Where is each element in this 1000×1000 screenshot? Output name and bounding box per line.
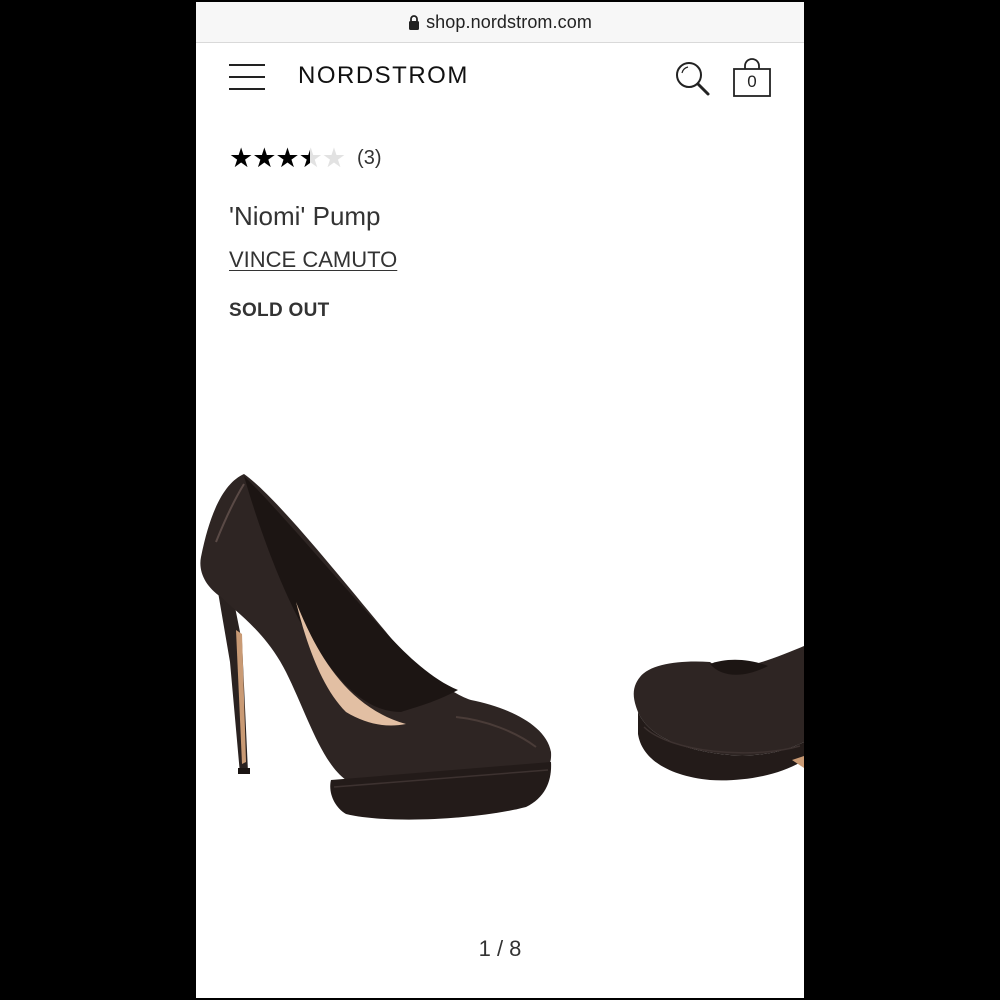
review-count[interactable]: (3) xyxy=(357,147,381,170)
address-bar[interactable]: shop.nordstrom.com xyxy=(196,2,804,43)
bag-count: 0 xyxy=(747,72,757,91)
nordstrom-logo[interactable]: NORDSTROM xyxy=(298,62,469,90)
shopping-bag-icon[interactable]: 0 xyxy=(731,57,773,99)
url-text[interactable]: shop.nordstrom.com xyxy=(426,12,592,33)
availability-status: SOLD OUT xyxy=(229,300,330,321)
product-image-pump-next[interactable] xyxy=(630,642,804,797)
product-rating[interactable]: ★★★★★ ★★★★★ (3) xyxy=(229,145,381,172)
product-image-carousel[interactable] xyxy=(196,422,804,892)
rating-stars[interactable]: ★★★★★ ★★★★★ xyxy=(229,145,346,172)
browser-viewport: shop.nordstrom.com NORDSTROM 0 ★★★★★ ★★★… xyxy=(196,2,804,998)
brand-link[interactable]: VINCE CAMUTO xyxy=(229,247,397,273)
site-header: NORDSTROM 0 xyxy=(196,43,804,113)
lock-icon xyxy=(408,14,420,30)
product-image-pump-side[interactable] xyxy=(196,462,566,847)
image-pager: 1 / 8 xyxy=(478,936,522,961)
hamburger-menu-icon[interactable] xyxy=(229,62,265,92)
rating-stars-filled: ★★★★★ xyxy=(229,145,310,172)
search-icon[interactable] xyxy=(674,60,712,103)
product-title: 'Niomi' Pump xyxy=(229,201,381,231)
